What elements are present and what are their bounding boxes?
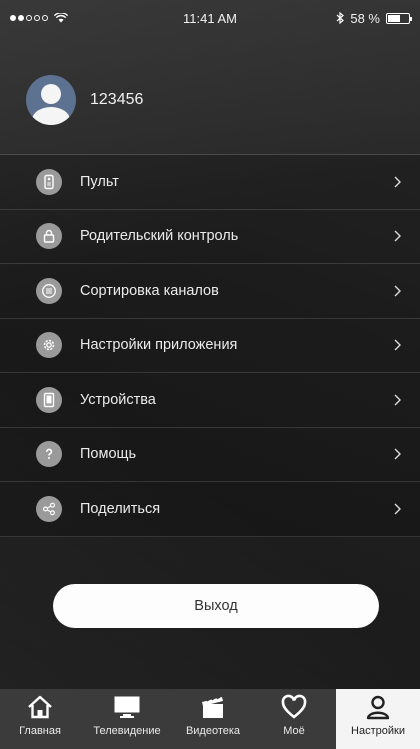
chevron-right-icon <box>394 339 401 351</box>
menu-item-label: Родительский контроль <box>80 228 239 245</box>
tab-label: Видеотека <box>185 725 241 737</box>
signal-dot <box>18 15 24 21</box>
signal-strength <box>10 15 48 21</box>
avatar-body <box>32 107 70 125</box>
menu-item-remote[interactable]: Пульт <box>0 155 420 210</box>
tab-label: Настройки <box>351 725 405 737</box>
menu-item-label: Помощь <box>80 446 137 463</box>
tab-settings[interactable]: Настройки <box>336 689 420 749</box>
tab-home[interactable]: Главная <box>0 689 80 749</box>
tv-icon <box>114 696 140 718</box>
chevron-right-icon <box>394 176 401 188</box>
status-bar: 11:41 AM 58 % <box>0 0 420 36</box>
menu-item-devices[interactable]: Устройства <box>0 373 420 428</box>
menu-item-channel-sorting[interactable]: Сортировка каналов <box>0 264 420 319</box>
settings-menu: Пульт Родительский контроль Сортировка к… <box>0 154 420 537</box>
chevron-right-icon <box>394 503 401 515</box>
signal-dot <box>34 15 40 21</box>
help-icon <box>36 441 62 468</box>
tab-tv[interactable]: Телевидение <box>80 689 174 749</box>
menu-item-label: Устройства <box>80 391 156 408</box>
menu-item-label: Поделиться <box>80 500 161 517</box>
chevron-right-icon <box>394 230 401 242</box>
bluetooth-icon <box>336 12 345 24</box>
user-icon <box>366 695 390 720</box>
battery-icon <box>386 12 412 24</box>
chevron-right-icon <box>394 448 401 460</box>
logout-button[interactable]: Выход <box>53 584 379 628</box>
wifi-icon <box>54 13 68 23</box>
battery-group: 58 % <box>336 10 412 26</box>
clapperboard-icon <box>202 696 223 718</box>
tab-label: Телевидение <box>93 725 161 737</box>
gear-icon <box>36 332 62 359</box>
lock-icon <box>36 223 62 250</box>
avatar[interactable] <box>26 75 76 125</box>
tab-label: Моё <box>283 725 305 737</box>
heart-icon <box>281 694 307 719</box>
tab-my[interactable]: Моё <box>252 689 336 749</box>
menu-item-label: Сортировка каналов <box>80 282 219 299</box>
remote-icon <box>36 168 62 195</box>
chevron-right-icon <box>394 285 401 297</box>
username: 123456 <box>90 91 144 108</box>
avatar-head <box>41 84 61 104</box>
menu-item-parental-control[interactable]: Родительский контроль <box>0 210 420 264</box>
tab-label: Главная <box>19 725 61 737</box>
battery-percent: 58 % <box>350 10 380 26</box>
signal-group <box>10 13 68 23</box>
menu-item-label: Настройки приложения <box>80 337 238 354</box>
signal-dot <box>26 15 32 21</box>
signal-dot <box>10 15 16 21</box>
home-icon <box>28 695 52 719</box>
menu-item-help[interactable]: Помощь <box>0 428 420 482</box>
menu-item-label: Пульт <box>80 173 119 190</box>
signal-dot <box>42 15 48 21</box>
device-icon <box>36 386 62 413</box>
profile-header[interactable]: 123456 <box>26 75 143 125</box>
share-icon <box>36 495 62 522</box>
menu-item-app-settings[interactable]: Настройки приложения <box>0 319 420 373</box>
list-icon <box>36 277 62 304</box>
battery-level <box>388 14 400 22</box>
menu-item-share[interactable]: Поделиться <box>0 482 420 537</box>
tab-video-library[interactable]: Видеотека <box>174 689 252 749</box>
chevron-right-icon <box>394 394 401 406</box>
settings-screen: 11:41 AM 58 % 123456 Пульт Родительский … <box>0 0 420 749</box>
tab-bar: Главная Телевидение Видеотека Моё Настро… <box>0 689 420 749</box>
